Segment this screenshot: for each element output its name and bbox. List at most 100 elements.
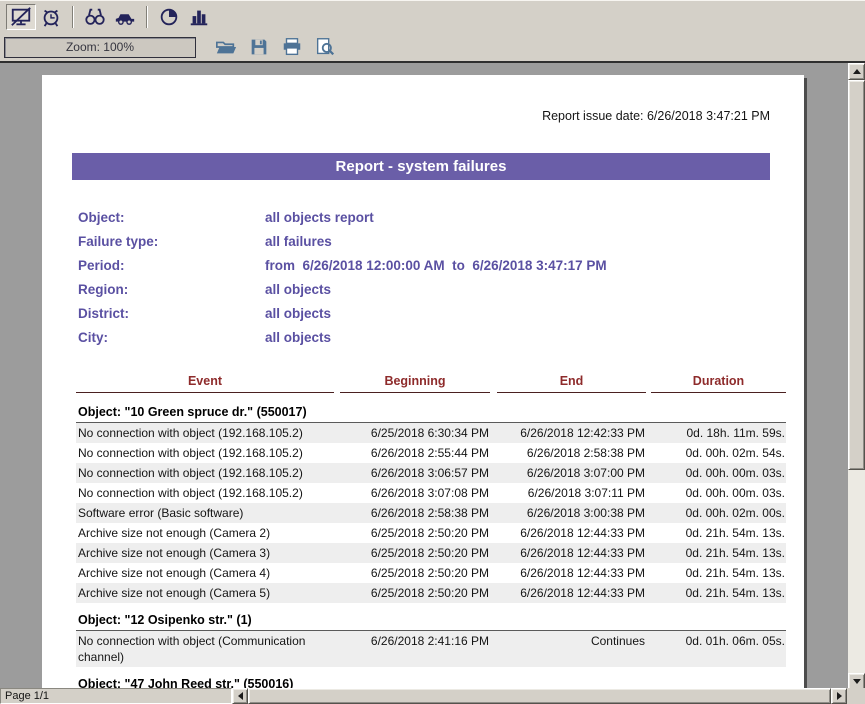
header-end: End xyxy=(497,374,646,393)
open-folder-icon xyxy=(215,36,237,58)
page-indicator-label: Page 1/1 xyxy=(5,690,49,702)
page-indicator: Page 1/1 xyxy=(0,688,232,704)
scroll-down-button[interactable] xyxy=(848,673,865,688)
field-value: all objects report xyxy=(265,210,374,225)
group-header-row: Object: "47 John Reed str." (550016) xyxy=(76,674,786,688)
time-pie-button[interactable] xyxy=(154,4,184,30)
vertical-scrollbar[interactable] xyxy=(848,63,865,688)
event-row: Archive size not enough (Camera 2)6/25/2… xyxy=(76,523,786,543)
cell-beginning: 6/26/2018 2:58:38 PM xyxy=(340,505,490,521)
cell-end: 6/26/2018 12:42:33 PM xyxy=(497,425,646,441)
cell-beginning: 6/25/2018 6:30:34 PM xyxy=(340,425,490,441)
cell-beginning: 6/25/2018 2:50:20 PM xyxy=(340,545,490,561)
report-filter-fields: Object:all objects report Failure type:a… xyxy=(78,206,804,350)
cell-event: Archive size not enough (Camera 5) xyxy=(76,585,334,601)
field-value: all objects xyxy=(265,306,331,321)
cell-end: 6/26/2018 3:07:00 PM xyxy=(497,465,646,481)
bar-chart-icon xyxy=(188,6,210,28)
cell-event: No connection with object (192.168.105.2… xyxy=(76,445,334,461)
field-district: District:all objects xyxy=(78,302,804,326)
vertical-scrollbar-thumb[interactable] xyxy=(848,80,865,470)
horizontal-scrollbar-thumb[interactable] xyxy=(248,688,831,704)
toolbar-separator xyxy=(72,6,74,28)
monitor-off-icon xyxy=(10,6,32,28)
report-title: Report - system failures xyxy=(336,158,507,175)
print-preview-button[interactable] xyxy=(310,34,340,60)
header-beginning: Beginning xyxy=(340,374,490,393)
field-label: District: xyxy=(78,302,265,326)
cell-duration: 0d. 21h. 54m. 13s. xyxy=(651,525,786,541)
cell-beginning: 6/25/2018 2:50:20 PM xyxy=(340,585,490,601)
cell-end: 6/26/2018 2:58:38 PM xyxy=(497,445,646,461)
field-failure-type: Failure type:all failures xyxy=(78,230,804,254)
cell-beginning: 6/26/2018 3:07:08 PM xyxy=(340,485,490,501)
field-object: Object:all objects report xyxy=(78,206,804,230)
open-folder-button[interactable] xyxy=(211,34,241,60)
print-icon xyxy=(281,36,303,58)
field-label: Failure type: xyxy=(78,230,265,254)
cell-event: Archive size not enough (Camera 4) xyxy=(76,565,334,581)
cell-event: Archive size not enough (Camera 3) xyxy=(76,545,334,561)
event-row: No connection with object (192.168.105.2… xyxy=(76,423,786,443)
cell-duration: 0d. 00h. 00m. 03s. xyxy=(651,485,786,501)
cell-event: No connection with object (192.168.105.2… xyxy=(76,465,334,481)
report-issue-date: Report issue date: 6/26/2018 3:47:21 PM xyxy=(42,109,770,123)
cell-event: Software error (Basic software) xyxy=(76,505,334,521)
field-value: all objects xyxy=(265,282,331,297)
scroll-up-button[interactable] xyxy=(848,63,865,80)
event-row: Archive size not enough (Camera 5) 6/25/2… xyxy=(76,583,786,603)
cell-beginning: 6/26/2018 2:41:16 PM xyxy=(340,633,490,649)
cell-duration: 0d. 21h. 54m. 13s. xyxy=(651,565,786,581)
left-arrow-icon xyxy=(238,692,243,700)
field-period: Period:from 6/26/2018 12:00:00 AM to 6/2… xyxy=(78,254,804,278)
print-preview-icon xyxy=(314,36,336,58)
alarm-clock-button[interactable] xyxy=(36,4,66,30)
cell-end: 6/26/2018 3:00:38 PM xyxy=(497,505,646,521)
report-viewer-window: Zoom: 100% xyxy=(0,0,865,704)
cell-beginning: 6/26/2018 2:55:44 PM xyxy=(340,445,490,461)
field-label: Object: xyxy=(78,206,265,230)
cell-duration: 0d. 21h. 54m. 13s. xyxy=(651,585,786,601)
report-table: Event Beginning End Duration Object: "10… xyxy=(76,374,786,688)
cell-end: 6/26/2018 12:44:33 PM xyxy=(497,585,646,601)
cell-duration: 0d. 01h. 06m. 05s. xyxy=(651,633,786,649)
field-label: Region: xyxy=(78,278,265,302)
down-arrow-icon xyxy=(853,679,861,684)
up-arrow-icon xyxy=(853,69,861,74)
save-icon xyxy=(248,36,270,58)
status-bar: Page 1/1 xyxy=(0,688,865,704)
field-value: all failures xyxy=(265,234,332,249)
statusbar-corner xyxy=(847,688,865,704)
bar-chart-button[interactable] xyxy=(184,4,214,30)
field-label: City: xyxy=(78,326,265,350)
report-table-header: Event Beginning End Duration xyxy=(76,374,786,393)
event-row: No connection with object (Communication… xyxy=(76,631,786,667)
main-toolbar xyxy=(0,0,865,33)
monitor-off-button[interactable] xyxy=(6,4,36,30)
field-value: from 6/26/2018 12:00:00 AM to 6/26/2018 … xyxy=(265,258,607,273)
handcuffs-icon xyxy=(84,6,106,28)
event-row: Archive size not enough (Camera 4) 6/25/2… xyxy=(76,563,786,583)
scroll-left-button[interactable] xyxy=(232,688,248,704)
alarm-clock-icon xyxy=(40,6,62,28)
print-button[interactable] xyxy=(277,34,307,60)
field-city: City:all objects xyxy=(78,326,804,350)
zoom-control[interactable]: Zoom: 100% xyxy=(4,37,196,58)
horizontal-scrollbar[interactable] xyxy=(232,688,847,704)
cell-beginning: 6/25/2018 2:50:20 PM xyxy=(340,565,490,581)
event-row: No connection with object (192.168.105.2… xyxy=(76,463,786,483)
save-button[interactable] xyxy=(244,34,274,60)
time-pie-icon xyxy=(158,6,180,28)
scroll-right-button[interactable] xyxy=(831,688,847,704)
cell-event: No connection with object (192.168.105.2… xyxy=(76,425,334,441)
zoom-label: Zoom: 100% xyxy=(66,40,134,54)
cell-beginning: 6/26/2018 3:06:57 PM xyxy=(340,465,490,481)
car-button[interactable] xyxy=(110,4,140,30)
cell-event: No connection with object (192.168.105.2… xyxy=(76,485,334,501)
field-region: Region:all objects xyxy=(78,278,804,302)
preview-canvas: Report issue date: 6/26/2018 3:47:21 PM … xyxy=(0,61,865,688)
header-event: Event xyxy=(76,374,334,393)
cell-duration: 0d. 00h. 02m. 54s. xyxy=(651,445,786,461)
toolbar-separator xyxy=(146,6,148,28)
handcuffs-button[interactable] xyxy=(80,4,110,30)
